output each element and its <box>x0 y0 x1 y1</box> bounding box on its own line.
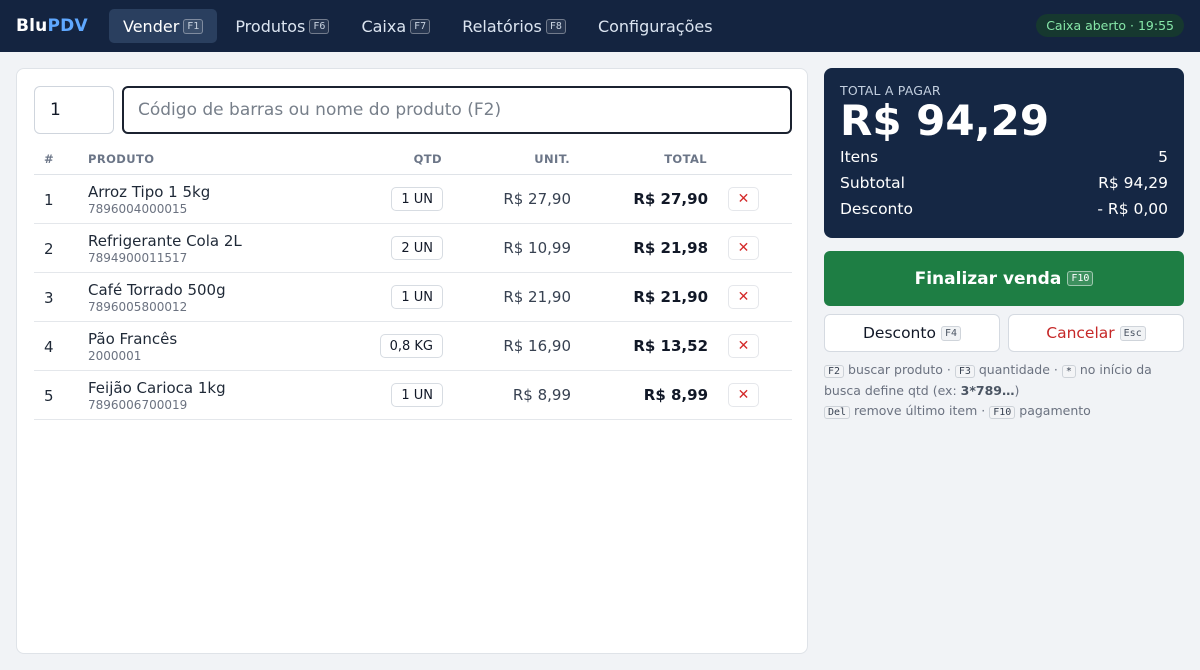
line-total: R$ 21,98 <box>633 239 708 257</box>
product-name: Pão Francês <box>88 330 178 348</box>
quantity-input[interactable] <box>34 86 114 134</box>
shortcut-key: F10 <box>989 406 1016 419</box>
remove-item-button[interactable]: ✕ <box>728 383 759 407</box>
subtotal-row: Subtotal R$ 94,29 <box>840 174 1168 192</box>
discount-row: Desconto - R$ 0,00 <box>840 200 1168 218</box>
item-number: 1 <box>44 191 54 209</box>
product-barcode: 7896005800012 <box>88 300 188 314</box>
keyboard-hints: F2 buscar produto · F3 quantidade · * no… <box>824 360 1184 422</box>
item-number: 5 <box>44 387 54 405</box>
nav-tab-label: Produtos <box>235 16 306 36</box>
quantity-badge[interactable]: 1 UN <box>391 187 443 211</box>
unit-price: R$ 10,99 <box>503 239 571 257</box>
product-name: Refrigerante Cola 2L <box>88 232 242 250</box>
column-header-product: PRODUTO <box>88 152 155 166</box>
quantity-badge[interactable]: 0,8 KG <box>379 334 443 358</box>
nav-tab-vender[interactable]: Vender F1 <box>109 9 218 43</box>
shortcut-key: * <box>1061 365 1076 378</box>
quantity-badge[interactable]: 1 UN <box>391 383 443 407</box>
register-status-badge: Caixa aberto · 19:55 <box>1036 14 1184 37</box>
shortcut-key: Esc <box>1119 325 1146 341</box>
remove-item-button[interactable]: ✕ <box>728 187 759 211</box>
items-count-row: Itens 5 <box>840 148 1168 166</box>
table-row: 4 Pão Francês 2000001 0,8 KG R$ 16,90 R$… <box>34 322 792 371</box>
hint-text: ) <box>1014 382 1020 398</box>
column-header-unit: UNIT. <box>534 152 570 166</box>
total-amount: R$ 94,29 <box>840 96 1050 145</box>
nav-tab-label: Configurações <box>597 16 713 36</box>
top-nav: BluPDV Vender F1 Produtos F6 Caixa F7 Re… <box>0 0 1200 52</box>
discount-value: - R$ 0,00 <box>1097 200 1168 218</box>
item-number: 3 <box>44 289 54 307</box>
finish-sale-button[interactable]: Finalizar venda F10 <box>824 251 1184 306</box>
product-barcode: 2000001 <box>88 349 142 363</box>
unit-price: R$ 16,90 <box>503 337 571 355</box>
nav-tab-configuracoes[interactable]: Configurações <box>584 9 727 43</box>
sale-panel: # PRODUTO QTD UNIT. TOTAL 1 Arroz Tipo 1… <box>16 68 808 654</box>
items-table-header: # PRODUTO QTD UNIT. TOTAL <box>34 149 792 175</box>
app-logo: BluPDV <box>16 16 88 36</box>
nav-tab-relatorios[interactable]: Relatórios F8 <box>448 9 580 43</box>
finish-sale-label: Finalizar venda <box>914 268 1062 289</box>
unit-price: R$ 27,90 <box>503 190 571 208</box>
shortcut-key: F7 <box>410 18 431 34</box>
items-table-body: 1 Arroz Tipo 1 5kg 7896004000015 1 UN R$… <box>34 175 792 420</box>
table-row: 3 Café Torrado 500g 7896005800012 1 UN R… <box>34 273 792 322</box>
shortcut-key: F2 <box>824 365 845 378</box>
nav-tab-label: Caixa <box>361 16 407 36</box>
product-name: Arroz Tipo 1 5kg <box>88 183 211 201</box>
product-barcode: 7894900011517 <box>88 251 188 265</box>
shortcut-key: F8 <box>545 18 566 34</box>
discount-label: Desconto <box>840 200 913 218</box>
hint-example: 3*789… <box>960 382 1015 398</box>
total-summary-card: TOTAL A PAGAR R$ 94,29 Itens 5 Subtotal … <box>824 68 1184 238</box>
table-row: 5 Feijão Carioca 1kg 7896006700019 1 UN … <box>34 371 792 420</box>
unit-price: R$ 21,90 <box>503 288 571 306</box>
quantity-badge[interactable]: 1 UN <box>391 285 443 309</box>
unit-price: R$ 8,99 <box>512 386 571 404</box>
product-search-input[interactable] <box>122 86 792 134</box>
shortcut-key: F4 <box>940 325 961 341</box>
item-number: 2 <box>44 240 54 258</box>
nav-tab-produtos[interactable]: Produtos F6 <box>221 9 343 43</box>
shortcut-key: F10 <box>1067 271 1094 286</box>
shortcut-key: F1 <box>183 18 204 34</box>
product-barcode: 7896004000015 <box>88 202 188 216</box>
nav-tab-label: Relatórios <box>462 16 542 36</box>
shortcut-key: F6 <box>309 18 330 34</box>
line-total: R$ 8,99 <box>643 386 708 404</box>
hint-text: pagamento <box>1019 403 1091 418</box>
discount-button[interactable]: Desconto F4 <box>824 314 1000 352</box>
table-row: 2 Refrigerante Cola 2L 7894900011517 2 U… <box>34 224 792 273</box>
items-count-label: Itens <box>840 148 879 166</box>
shortcut-key: Del <box>824 406 851 419</box>
hint-text: buscar produto · <box>848 362 951 377</box>
line-total: R$ 13,52 <box>633 337 708 355</box>
column-header-total: TOTAL <box>664 152 707 166</box>
product-name: Feijão Carioca 1kg <box>88 379 226 397</box>
item-number: 4 <box>44 338 54 356</box>
column-header-number: # <box>44 152 55 166</box>
cancel-button-label: Cancelar <box>1046 324 1115 342</box>
discount-button-label: Desconto <box>863 324 936 342</box>
nav-tab-label: Vender <box>123 16 180 36</box>
subtotal-value: R$ 94,29 <box>1098 174 1168 192</box>
product-barcode: 7896006700019 <box>88 398 188 412</box>
shortcut-key: F3 <box>954 365 975 378</box>
product-name: Café Torrado 500g <box>88 281 226 299</box>
hint-text: remove último item · <box>854 403 986 418</box>
line-total: R$ 27,90 <box>633 190 708 208</box>
remove-item-button[interactable]: ✕ <box>728 334 759 358</box>
table-row: 1 Arroz Tipo 1 5kg 7896004000015 1 UN R$… <box>34 175 792 224</box>
quantity-badge[interactable]: 2 UN <box>391 236 443 260</box>
hint-text: quantidade · <box>978 362 1058 377</box>
nav-tab-caixa[interactable]: Caixa F7 <box>347 9 444 43</box>
remove-item-button[interactable]: ✕ <box>728 236 759 260</box>
cancel-sale-button[interactable]: Cancelar Esc <box>1008 314 1184 352</box>
items-count-value: 5 <box>1158 148 1168 166</box>
remove-item-button[interactable]: ✕ <box>728 285 759 309</box>
column-header-qty: QTD <box>413 152 442 166</box>
line-total: R$ 21,90 <box>633 288 708 306</box>
subtotal-label: Subtotal <box>840 174 905 192</box>
